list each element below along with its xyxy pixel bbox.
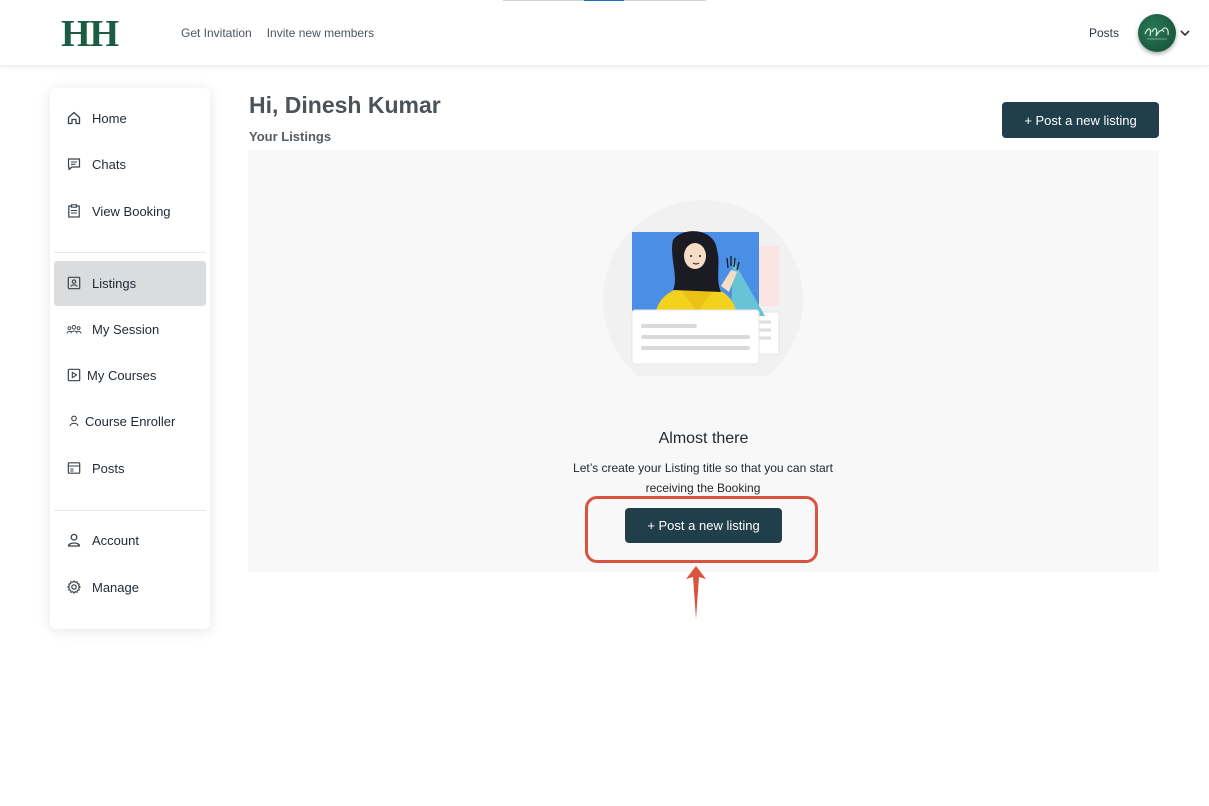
posts-link[interactable]: Posts (1089, 26, 1119, 40)
sidebar-item-label: Listings (92, 276, 137, 291)
sidebar-item-label: Chats (92, 157, 126, 172)
chat-icon (67, 158, 81, 171)
home-icon (67, 111, 81, 125)
avatar[interactable] (1138, 14, 1176, 52)
empty-state-panel: Almost there Let’s create your Listing t… (248, 150, 1159, 572)
logo[interactable]: HH (61, 12, 119, 56)
sidebar-item-label: Course Enroller (85, 414, 176, 429)
sidebar-item-posts[interactable]: Posts (54, 446, 206, 491)
chevron-down-icon[interactable] (1179, 28, 1191, 38)
empty-state-description: Let’s create your Listing title so that … (573, 461, 833, 495)
sidebar-item-my-courses[interactable]: My Courses (54, 353, 206, 398)
empty-state-title: Almost there (658, 430, 749, 447)
section-subtitle: Your Listings (249, 129, 332, 144)
sidebar-divider (54, 510, 206, 511)
user-icon (69, 415, 79, 427)
listing-icon (67, 276, 81, 290)
gear-icon (67, 580, 81, 594)
sidebar-item-account[interactable]: Account (54, 518, 206, 563)
sidebar: Home Chats View Booking Listings My Sess… (50, 88, 210, 629)
posts-icon (67, 462, 81, 474)
invite-members-link[interactable]: Invite new members (267, 26, 374, 40)
arrow-up-icon (686, 566, 706, 619)
sidebar-divider (54, 252, 206, 253)
clipboard-icon (68, 204, 80, 218)
sidebar-item-label: My Session (92, 322, 160, 337)
sidebar-item-label: Posts (92, 461, 125, 476)
sidebar-item-my-session[interactable]: My Session (54, 307, 206, 352)
sidebar-item-listings[interactable]: Listings (54, 261, 206, 306)
top-bar: HH Get Invitation Invite new members Pos… (0, 0, 1209, 66)
sidebar-item-manage[interactable]: Manage (54, 565, 206, 610)
get-invitation-link[interactable]: Get Invitation (181, 26, 252, 40)
empty-state-illustration (603, 200, 803, 376)
sidebar-item-label: Home (92, 111, 127, 126)
account-icon (67, 533, 81, 547)
top-nav: Get Invitation Invite new members (181, 26, 374, 40)
page-title: Hi, Dinesh Kumar (249, 92, 441, 118)
sidebar-item-home[interactable]: Home (54, 96, 206, 141)
sidebar-item-label: Manage (92, 580, 139, 595)
progress-bar (503, 0, 706, 1)
sidebar-item-label: Account (92, 533, 139, 548)
sidebar-item-label: My Courses (87, 368, 157, 383)
sidebar-item-course-enroller[interactable]: Course Enroller (54, 399, 206, 444)
group-icon (66, 324, 82, 334)
sidebar-item-view-booking[interactable]: View Booking (54, 189, 206, 234)
sidebar-item-label: View Booking (92, 204, 171, 219)
play-square-icon (67, 368, 81, 382)
empty-state-post-listing-button[interactable]: + Post a new listing (625, 508, 782, 543)
post-new-listing-button[interactable]: + Post a new listing (1002, 102, 1159, 138)
sidebar-item-chats[interactable]: Chats (54, 142, 206, 187)
